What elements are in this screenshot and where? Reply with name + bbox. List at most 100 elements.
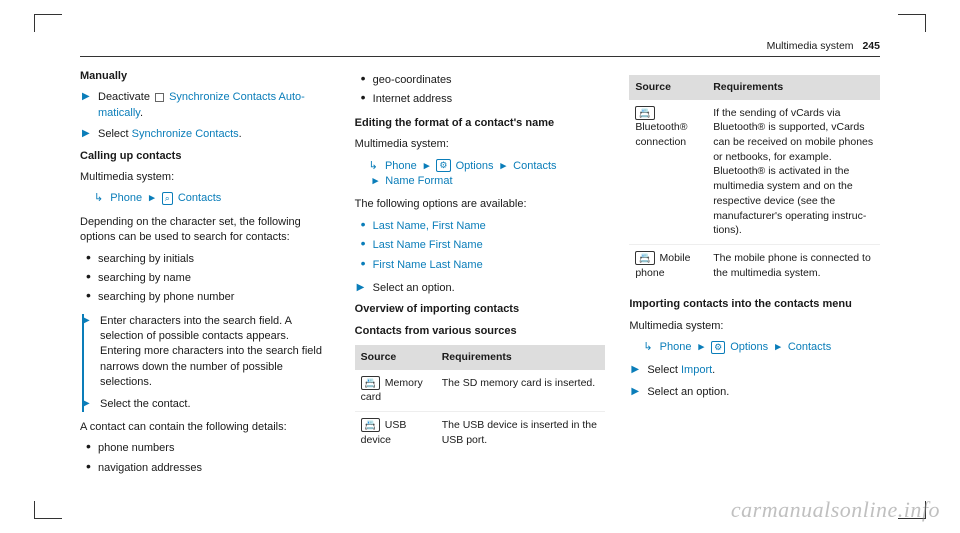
cell-source: 📇 USB device xyxy=(355,412,436,454)
cell-source: 📇 Mobile phone xyxy=(629,244,707,286)
table-row: 📇 Memory card The SD memory card is inse… xyxy=(355,370,606,412)
text: Deactivate xyxy=(98,91,153,103)
list-item: searching by initials xyxy=(80,252,331,267)
phone-icon: 📇 xyxy=(635,251,654,265)
text: . xyxy=(140,107,143,119)
crumb-contacts: Contacts xyxy=(513,160,556,172)
gear-icon: ⚙ xyxy=(436,159,450,172)
step-deactivate: Deactivate Synchronize Contacts Auto­mat… xyxy=(80,90,331,121)
bullet-list: Last Name, First Name Last Name First Na… xyxy=(355,219,606,273)
list-item: geo-coordinates xyxy=(355,73,606,88)
step-select-contact: Select the contact. xyxy=(98,397,331,412)
step-group: Enter characters into the search field. … xyxy=(82,314,331,412)
link-sync-contacts: Synchronize Contacts xyxy=(132,128,239,140)
separator-icon: ▸ xyxy=(149,192,155,204)
corner-mark-tl xyxy=(34,14,62,32)
label-mms: Multimedia system: xyxy=(80,170,331,185)
separator-icon: ▸ xyxy=(775,341,781,353)
th-source: Source xyxy=(355,345,436,370)
page-number: 245 xyxy=(862,40,880,52)
list-item: First Name Last Name xyxy=(355,258,606,273)
crumb-phone: Phone xyxy=(660,341,692,353)
corner-mark-tr xyxy=(898,14,926,32)
step-select-sync: Select Synchronize Contacts. xyxy=(80,127,331,142)
cell-req: The mobile phone is connected to the mul… xyxy=(707,244,880,286)
th-req: Requirements xyxy=(707,75,880,100)
step-select-option: Select an option. xyxy=(355,281,606,296)
cell-text: Bluetooth® con­nection xyxy=(635,121,687,148)
content-columns: Manually Deactivate Synchronize Contacts… xyxy=(80,69,880,484)
label-mms: Multimedia system: xyxy=(355,137,606,152)
separator-icon: ▸ xyxy=(424,160,430,172)
corner-mark-bl xyxy=(34,501,62,519)
watermark: carmanualsonline.info xyxy=(731,497,940,523)
column-1: Manually Deactivate Synchronize Contacts… xyxy=(80,69,331,484)
crumb-options: Options xyxy=(456,160,494,172)
table-header-row: Source Requirements xyxy=(629,75,880,100)
cell-req: If the sending of vCards via Bluetooth® … xyxy=(707,100,880,245)
text-options-avail: The following options are available: xyxy=(355,197,606,212)
list-item: phone numbers xyxy=(80,441,331,456)
breadcrumb: ↳ Phone ▸ ⌕ Contacts xyxy=(94,191,331,206)
step-enter-chars: Enter characters into the search field. … xyxy=(98,314,331,391)
list-item: searching by phone number xyxy=(80,290,331,305)
text: Select xyxy=(98,128,132,140)
column-3: Source Requirements 📇 Bluetooth® con­nec… xyxy=(629,69,880,484)
crumb-contacts: Contacts xyxy=(178,192,221,204)
crumb-nameformat: Name Format xyxy=(385,175,452,187)
column-2: geo-coordinates Internet address Editing… xyxy=(355,69,606,484)
gear-icon: ⚙ xyxy=(711,341,725,354)
sources-table-1: Source Requirements 📇 Memory card The SD… xyxy=(355,345,606,454)
bullet-list: phone numbers navigation addresses xyxy=(80,441,331,476)
section-title: Multimedia system xyxy=(767,40,854,52)
heading-calling: Calling up contacts xyxy=(80,149,331,164)
separator-icon: ▸ xyxy=(699,341,705,353)
crumb-phone: Phone xyxy=(385,160,417,172)
breadcrumb: ↳ Phone ▸ ⚙ Options ▸ Contacts xyxy=(643,340,880,355)
list-item: Last Name, First Name xyxy=(355,219,606,234)
th-req: Requirements xyxy=(436,345,606,370)
list-item: Internet address xyxy=(355,92,606,107)
text: . xyxy=(239,128,242,140)
step-select-import: Select Import. xyxy=(629,363,880,378)
list-item: Last Name First Name xyxy=(355,238,606,253)
heading-manually: Manually xyxy=(80,69,331,84)
text-depending: Depending on the character set, the foll… xyxy=(80,215,331,246)
crumb-options: Options xyxy=(730,341,768,353)
cell-req: The SD memory card is inserted. xyxy=(436,370,606,412)
heading-cfvs: Contacts from various sources xyxy=(355,324,606,339)
arrow-icon: ↳ xyxy=(643,341,652,353)
list-item: navigation addresses xyxy=(80,461,331,476)
cell-source: 📇 Memory card xyxy=(355,370,436,412)
heading-editing: Editing the format of a contact's name xyxy=(355,116,606,131)
heading-importing: Importing contacts into the contacts men… xyxy=(629,297,880,312)
text: . xyxy=(712,364,715,376)
separator-icon: ▸ xyxy=(373,175,379,187)
search-icon: ⌕ xyxy=(162,192,173,205)
table-row: 📇 Mobile phone The mobile phone is conne… xyxy=(629,244,880,286)
cell-source: 📇 Bluetooth® con­nection xyxy=(629,100,707,245)
arrow-icon: ↳ xyxy=(94,192,103,204)
label-mms: Multimedia system: xyxy=(629,319,880,334)
crumb-contacts: Contacts xyxy=(788,341,831,353)
sources-table-2: Source Requirements 📇 Bluetooth® con­nec… xyxy=(629,75,880,287)
arrow-icon: ↳ xyxy=(369,160,378,172)
table-row: 📇 USB device The USB device is inserted … xyxy=(355,412,606,454)
checkbox-icon xyxy=(155,93,164,102)
crumb-phone: Phone xyxy=(110,192,142,204)
text-details: A contact can contain the following deta… xyxy=(80,420,331,435)
breadcrumb: ↳ Phone ▸ ⚙ Options ▸ Contacts ▸ Name Fo… xyxy=(369,159,606,190)
page-header: Multimedia system 245 xyxy=(80,40,880,57)
list-item: searching by name xyxy=(80,271,331,286)
text: Select xyxy=(647,364,681,376)
cell-req: The USB device is inserted in the USB po… xyxy=(436,412,606,454)
bullet-list: geo-coordinates Internet address xyxy=(355,73,606,108)
link-import: Import xyxy=(681,364,712,376)
usb-icon: 📇 xyxy=(361,418,380,432)
table-row: 📇 Bluetooth® con­nection If the sending … xyxy=(629,100,880,245)
bullet-list: searching by initials searching by name … xyxy=(80,252,331,306)
heading-overview: Overview of importing contacts xyxy=(355,302,606,317)
th-source: Source xyxy=(629,75,707,100)
table-header-row: Source Requirements xyxy=(355,345,606,370)
step-select-option: Select an option. xyxy=(629,385,880,400)
